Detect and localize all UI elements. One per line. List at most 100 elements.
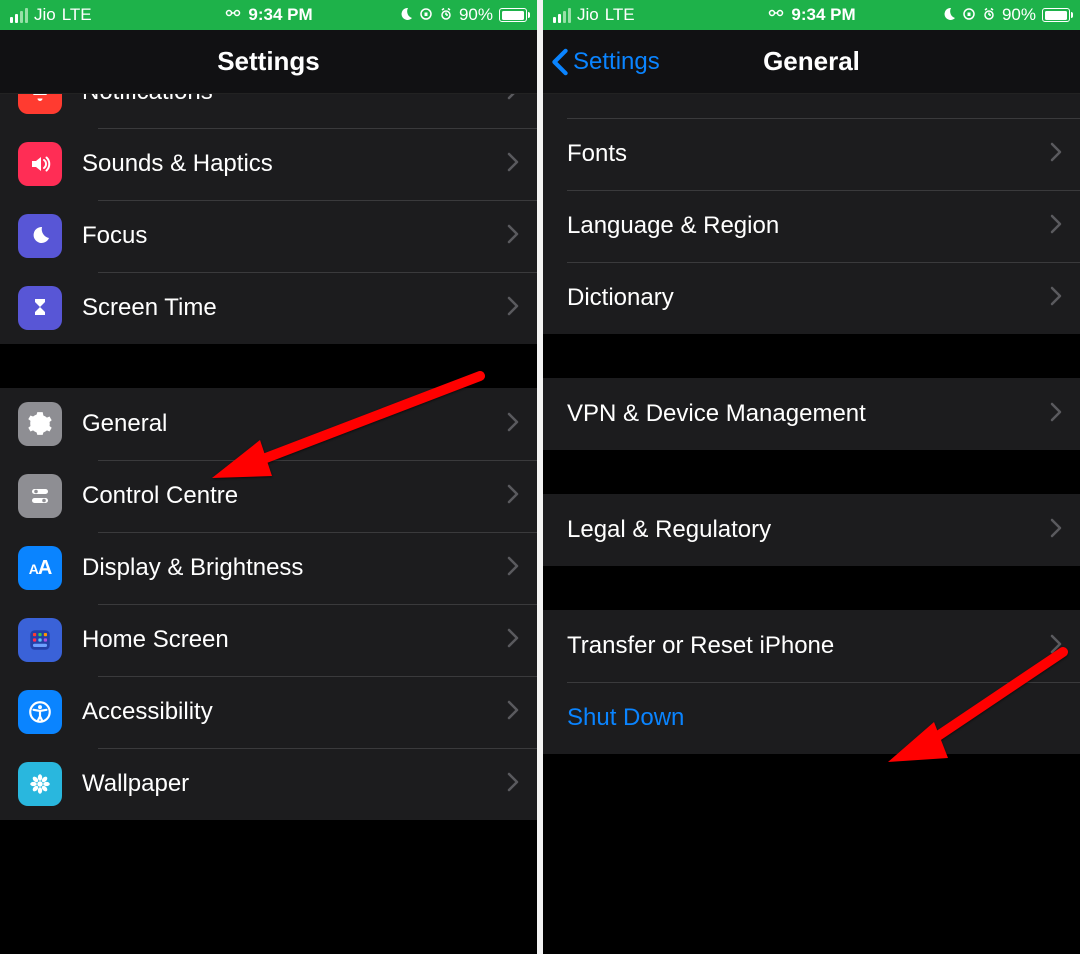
carrier-label: Jio bbox=[34, 5, 56, 25]
page-title: Settings bbox=[217, 46, 320, 77]
row-transfer-reset[interactable]: Transfer or Reset iPhone bbox=[543, 610, 1080, 682]
orientation-lock-icon bbox=[419, 7, 433, 24]
phone-right: Jio LTE 9:34 PM 90% Settings bbox=[543, 0, 1080, 954]
hourglass-icon bbox=[18, 286, 62, 330]
row-label: Dictionary bbox=[567, 284, 1050, 312]
status-bar: Jio LTE 9:34 PM 90% bbox=[543, 0, 1080, 30]
general-group-4: Transfer or Reset iPhone Shut Down bbox=[543, 610, 1080, 754]
dnd-moon-icon bbox=[399, 7, 413, 24]
row-control-centre[interactable]: Control Centre bbox=[0, 460, 537, 532]
signal-icon bbox=[10, 8, 28, 23]
row-general[interactable]: General bbox=[0, 388, 537, 460]
row-shut-down[interactable]: Shut Down bbox=[543, 682, 1080, 754]
settings-list[interactable]: Notifications Sounds & Haptics Focus bbox=[0, 94, 537, 954]
orientation-lock-icon bbox=[962, 7, 976, 24]
signal-icon bbox=[553, 8, 571, 23]
hotspot-icon bbox=[224, 5, 242, 25]
row-label: Shut Down bbox=[567, 704, 1062, 732]
row-label: Language & Region bbox=[567, 212, 1050, 240]
battery-pct: 90% bbox=[459, 5, 493, 25]
row-label: Sounds & Haptics bbox=[82, 150, 507, 178]
row-label: Fonts bbox=[567, 140, 1050, 168]
general-list[interactable]: Fonts Language & Region Dictionary VPN &… bbox=[543, 94, 1080, 954]
gear-icon bbox=[18, 402, 62, 446]
settings-group-1: Notifications Sounds & Haptics Focus bbox=[0, 94, 537, 344]
chevron-right-icon bbox=[507, 772, 519, 797]
row-screen-time[interactable]: Screen Time bbox=[0, 272, 537, 344]
row-label: Wallpaper bbox=[82, 770, 507, 798]
chevron-right-icon bbox=[1050, 286, 1062, 311]
network-label: LTE bbox=[605, 5, 635, 25]
chevron-right-icon bbox=[507, 556, 519, 581]
battery-pct: 90% bbox=[1002, 5, 1036, 25]
battery-icon bbox=[499, 8, 527, 22]
alarm-icon bbox=[982, 7, 996, 24]
phone-left: Jio LTE 9:34 PM 90% Settings bbox=[0, 0, 537, 954]
chevron-right-icon bbox=[507, 628, 519, 653]
row-label: Notifications bbox=[82, 94, 507, 106]
settings-group-2: General Control Centre AA Display & Brig… bbox=[0, 388, 537, 820]
row-fonts[interactable]: Fonts bbox=[543, 118, 1080, 190]
chevron-right-icon bbox=[507, 700, 519, 725]
row-label: Screen Time bbox=[82, 294, 507, 322]
row-label: Focus bbox=[82, 222, 507, 250]
row-display-brightness[interactable]: AA Display & Brightness bbox=[0, 532, 537, 604]
status-time: 9:34 PM bbox=[248, 5, 312, 25]
flower-icon bbox=[18, 762, 62, 806]
accessibility-icon bbox=[18, 690, 62, 734]
chevron-right-icon bbox=[1050, 634, 1062, 659]
general-group-3: Legal & Regulatory bbox=[543, 494, 1080, 566]
row-dictionary[interactable]: Dictionary bbox=[543, 262, 1080, 334]
row-sounds-haptics[interactable]: Sounds & Haptics bbox=[0, 128, 537, 200]
app-grid-icon bbox=[18, 618, 62, 662]
status-time: 9:34 PM bbox=[791, 5, 855, 25]
general-group-1: Fonts Language & Region Dictionary bbox=[543, 94, 1080, 334]
text-size-icon: AA bbox=[18, 546, 62, 590]
general-group-2: VPN & Device Management bbox=[543, 378, 1080, 450]
status-right: 90% bbox=[399, 5, 527, 25]
row-vpn-device-management[interactable]: VPN & Device Management bbox=[543, 378, 1080, 450]
status-right: 90% bbox=[942, 5, 1070, 25]
chevron-right-icon bbox=[507, 94, 519, 105]
dnd-moon-icon bbox=[942, 7, 956, 24]
status-left: Jio LTE bbox=[10, 5, 92, 25]
carrier-label: Jio bbox=[577, 5, 599, 25]
row-label: Accessibility bbox=[82, 698, 507, 726]
chevron-right-icon bbox=[1050, 402, 1062, 427]
chevron-right-icon bbox=[507, 412, 519, 437]
speaker-icon bbox=[18, 142, 62, 186]
hotspot-icon bbox=[767, 5, 785, 25]
row-wallpaper[interactable]: Wallpaper bbox=[0, 748, 537, 820]
row-label: General bbox=[82, 410, 507, 438]
alarm-icon bbox=[439, 7, 453, 24]
row-language-region[interactable]: Language & Region bbox=[543, 190, 1080, 262]
status-bar: Jio LTE 9:34 PM 90% bbox=[0, 0, 537, 30]
row-home-screen[interactable]: Home Screen bbox=[0, 604, 537, 676]
row-accessibility[interactable]: Accessibility bbox=[0, 676, 537, 748]
row-legal-regulatory[interactable]: Legal & Regulatory bbox=[543, 494, 1080, 566]
row-focus[interactable]: Focus bbox=[0, 200, 537, 272]
chevron-right-icon bbox=[1050, 142, 1062, 167]
row-label: Display & Brightness bbox=[82, 554, 507, 582]
battery-icon bbox=[1042, 8, 1070, 22]
back-label: Settings bbox=[573, 48, 660, 76]
chevron-right-icon bbox=[507, 224, 519, 249]
chevron-right-icon bbox=[507, 296, 519, 321]
page-title: General bbox=[763, 46, 860, 77]
back-button[interactable]: Settings bbox=[551, 30, 660, 93]
chevron-right-icon bbox=[1050, 518, 1062, 543]
nav-bar: Settings General bbox=[543, 30, 1080, 94]
row-label: Transfer or Reset iPhone bbox=[567, 632, 1050, 660]
nav-bar: Settings bbox=[0, 30, 537, 94]
status-left: Jio LTE bbox=[553, 5, 635, 25]
chevron-right-icon bbox=[507, 484, 519, 509]
moon-icon bbox=[18, 214, 62, 258]
row-label: Legal & Regulatory bbox=[567, 516, 1050, 544]
network-label: LTE bbox=[62, 5, 92, 25]
chevron-right-icon bbox=[507, 152, 519, 177]
row-label: Home Screen bbox=[82, 626, 507, 654]
toggles-icon bbox=[18, 474, 62, 518]
row-label: Control Centre bbox=[82, 482, 507, 510]
chevron-right-icon bbox=[1050, 214, 1062, 239]
row-notifications[interactable]: Notifications bbox=[0, 94, 537, 128]
